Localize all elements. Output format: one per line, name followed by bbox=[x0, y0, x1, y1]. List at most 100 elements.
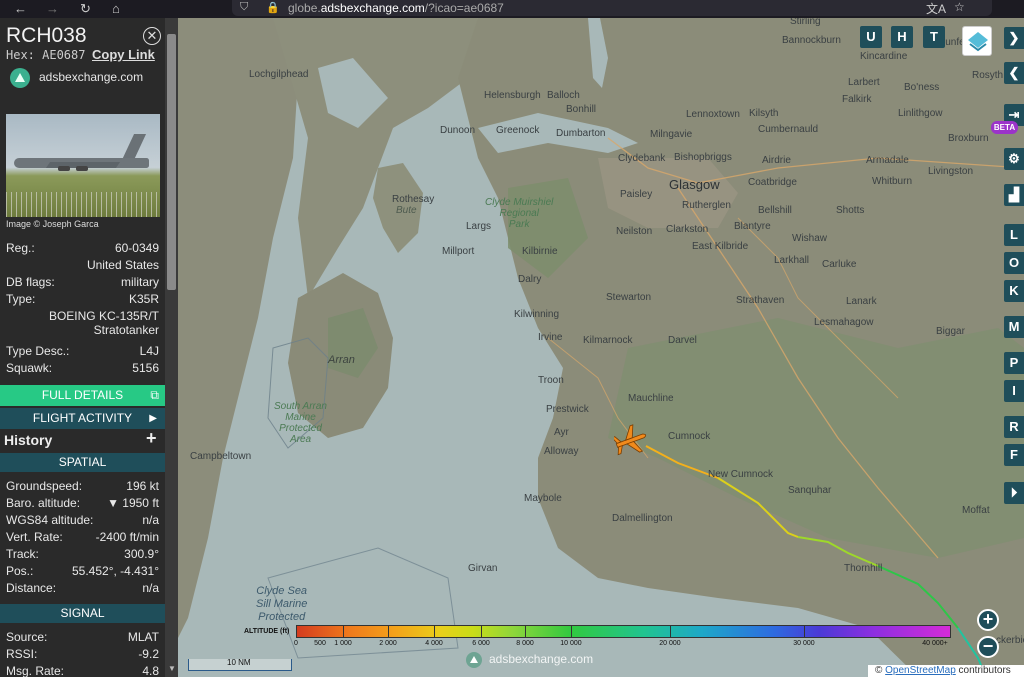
place-label-clydebank: Clydebank bbox=[618, 153, 666, 164]
toggle-r-button[interactable]: R bbox=[1004, 416, 1024, 438]
history-heading[interactable]: History bbox=[4, 432, 52, 448]
expand-history-icon[interactable]: + bbox=[146, 428, 157, 449]
sidebar-scrollbar[interactable]: ▼ bbox=[165, 18, 178, 677]
signal-row-source: Source: MLAT bbox=[6, 630, 159, 644]
place-label-glasgow: Glasgow bbox=[669, 177, 720, 192]
home-icon[interactable]: ⌂ bbox=[112, 1, 120, 16]
expand-panel-icon[interactable]: ❯ bbox=[1004, 27, 1024, 49]
legend-tick bbox=[804, 625, 805, 638]
back-arrow-icon[interactable]: ← bbox=[14, 1, 27, 16]
place-label-kilmarnock: Kilmarnock bbox=[583, 335, 633, 346]
place-label-rosyth: Rosyth bbox=[972, 70, 1004, 81]
legend-tick-label: 4 000 bbox=[425, 640, 443, 647]
place-label-airdrie: Airdrie bbox=[762, 155, 791, 166]
spatial-row-position: Pos.: 55.452°, -4.431° bbox=[6, 564, 159, 578]
place-label-bonhill: Bonhill bbox=[566, 104, 597, 115]
browser-toolbar: ← → ↻ ⌂ ⛉ 🔒 globe.adsbexchange.com/?icao… bbox=[0, 0, 1024, 18]
chevron-right-icon: ▶ bbox=[149, 413, 157, 424]
spatial-row-baro-altitude: Baro. altitude: ▼ 1950 ft bbox=[6, 496, 159, 510]
toggle-m-button[interactable]: M bbox=[1004, 316, 1024, 338]
aircraft-marker-icon[interactable] bbox=[614, 423, 650, 457]
place-label-thornhill: Thornhill bbox=[844, 563, 883, 574]
toggle-p-button[interactable]: P bbox=[1004, 352, 1024, 374]
place-label-kincardine: Kincardine bbox=[860, 51, 908, 62]
settings-gear-icon[interactable]: ⚙ bbox=[1004, 148, 1024, 170]
close-icon[interactable]: ✕ bbox=[143, 27, 161, 45]
place-label-blantyre: Blantyre bbox=[734, 221, 771, 232]
place-label-neilston: Neilston bbox=[616, 226, 653, 237]
spatial-row-groundspeed: Groundspeed: 196 kt bbox=[6, 479, 159, 493]
openstreetmap-link[interactable]: OpenStreetMap bbox=[885, 665, 956, 676]
scroll-down-arrow-icon[interactable]: ▼ bbox=[168, 664, 176, 673]
watermark-logo-icon bbox=[466, 652, 482, 668]
aircraft-info-panel: RCH038 ✕ Hex: AE0687 Copy Link adsbexcha… bbox=[0, 18, 165, 677]
toggle-h-button[interactable]: H bbox=[891, 26, 913, 48]
place-label-campbeltown: Campbeltown bbox=[190, 451, 252, 462]
layers-button[interactable] bbox=[962, 26, 992, 56]
place-label-girvan: Girvan bbox=[468, 563, 498, 574]
toggle-i-button[interactable]: I bbox=[1004, 380, 1024, 402]
place-label-carluke: Carluke bbox=[822, 259, 857, 270]
place-label-kilbirnie: Kilbirnie bbox=[522, 246, 558, 257]
place-label-cumnock: Cumnock bbox=[668, 431, 711, 442]
copy-link-button[interactable]: Copy Link bbox=[92, 47, 155, 62]
toggle-o-button[interactable]: O bbox=[1004, 252, 1024, 274]
place-label-lennoxtown: Lennoxtown bbox=[686, 109, 740, 120]
place-label-arran: Arran bbox=[328, 354, 355, 366]
reload-icon[interactable]: ↻ bbox=[80, 1, 91, 17]
toggle-u-button[interactable]: U bbox=[860, 26, 882, 48]
place-label-millport: Millport bbox=[442, 246, 475, 257]
spatial-row-distance: Distance: n/a bbox=[6, 581, 159, 595]
legend-tick bbox=[481, 625, 482, 638]
legend-tick bbox=[571, 625, 572, 638]
toggle-l-button[interactable]: L bbox=[1004, 224, 1024, 246]
zoom-in-button[interactable]: + bbox=[977, 609, 999, 631]
place-label-falkirk: Falkirk bbox=[842, 94, 872, 105]
forward-arrow-icon[interactable]: → bbox=[46, 1, 59, 16]
photo-credit: Image © Joseph Garca bbox=[6, 219, 99, 229]
signal-row-rssi: RSSI: -9.2 bbox=[6, 647, 159, 661]
info-row-type-desc: Type Desc.: L4J bbox=[6, 344, 159, 358]
altitude-legend-label: ALTITUDE (ft) bbox=[244, 628, 290, 635]
place-label-stewarton: Stewarton bbox=[606, 292, 652, 303]
legend-tick-label: 6 000 bbox=[472, 640, 490, 647]
collapse-panel-icon[interactable]: ❮ bbox=[1004, 62, 1024, 84]
flight-activity-button[interactable]: FLIGHT ACTIVITY ▶ bbox=[0, 408, 165, 429]
altitude-color-bar bbox=[296, 625, 951, 638]
stats-chart-icon[interactable]: ▟ bbox=[1004, 184, 1024, 206]
address-bar[interactable]: ⛉ 🔒 globe.adsbexchange.com/?icao=ae0687 … bbox=[232, 0, 992, 16]
brand-link[interactable]: adsbexchange.com bbox=[10, 66, 160, 88]
legend-tick bbox=[670, 625, 671, 638]
translate-icon[interactable]: 文A bbox=[926, 0, 946, 17]
toggle-k-button[interactable]: K bbox=[1004, 280, 1024, 302]
map-view[interactable]: Stirling Bannockburn Kincardine Dunferm … bbox=[178, 18, 1024, 677]
place-label-cumbernauld: Cumbernauld bbox=[758, 124, 819, 135]
replay-icon[interactable]: ⏵ bbox=[1004, 482, 1024, 504]
info-row-db-flags: DB flags: military bbox=[6, 275, 159, 289]
toggle-t-button[interactable]: T bbox=[923, 26, 945, 48]
toggle-f-button[interactable]: F bbox=[1004, 444, 1024, 466]
place-label-maybole: Maybole bbox=[524, 493, 562, 504]
full-details-button[interactable]: FULL DETAILS ⧉ bbox=[0, 385, 165, 406]
map-attribution: © OpenStreetMap contributors bbox=[868, 665, 1024, 677]
scrollbar-thumb[interactable] bbox=[167, 34, 176, 290]
place-label-armadale: Armadale bbox=[866, 155, 909, 166]
spatial-row-track: Track: 300.9° bbox=[6, 547, 159, 561]
info-row-reg: Reg.: 60-0349 bbox=[6, 241, 159, 255]
sea-label-clyde-sea-sill: Clyde Sea Sill Marine Protected bbox=[256, 585, 308, 623]
external-link-icon: ⧉ bbox=[150, 388, 159, 402]
park-label-south-arran-mpa: South Arran Marine Protected Area bbox=[274, 401, 327, 445]
place-label-larkhall: Larkhall bbox=[774, 255, 810, 266]
place-label-biggar: Biggar bbox=[936, 326, 965, 337]
zoom-out-button[interactable]: − bbox=[977, 636, 999, 658]
bookmark-star-icon[interactable]: ☆ bbox=[954, 0, 965, 14]
place-label-rutherglen: Rutherglen bbox=[682, 200, 731, 211]
place-label-balloch: Balloch bbox=[547, 90, 580, 101]
place-label-dunoon: Dunoon bbox=[440, 125, 476, 136]
altitude-legend: ALTITUDE (ft) 0 500 1 000 2 000 4 000 6 … bbox=[240, 624, 952, 654]
spatial-section-header: SPATIAL bbox=[0, 453, 165, 472]
aircraft-callsign: RCH038 bbox=[6, 24, 87, 47]
scale-label: 10 NM bbox=[227, 658, 251, 667]
info-row-model-name: Stratotanker bbox=[93, 323, 159, 337]
aircraft-photo[interactable] bbox=[6, 114, 160, 217]
